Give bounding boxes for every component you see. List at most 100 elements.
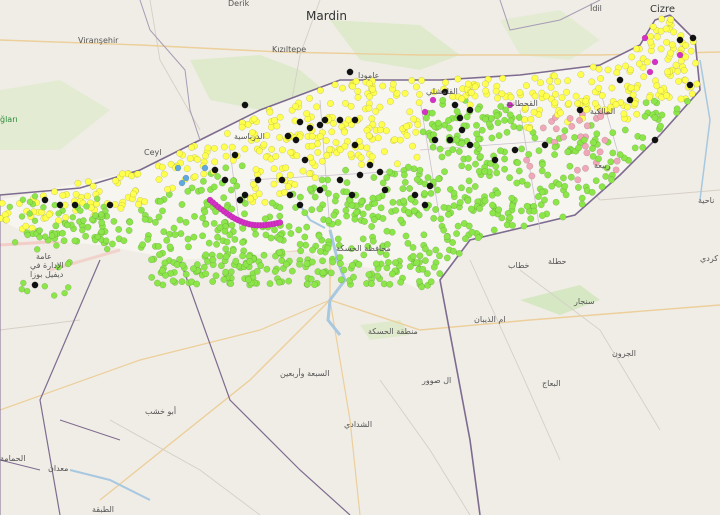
marker-yellow[interactable] [521,116,529,124]
marker-yellow[interactable] [530,108,538,116]
marker-green[interactable] [441,168,448,176]
marker-green[interactable] [453,230,460,238]
marker-green[interactable] [415,277,423,285]
marker-green[interactable] [18,286,25,293]
marker-green[interactable] [18,213,26,220]
marker-green[interactable] [508,194,516,202]
marker-yellow[interactable] [368,153,376,161]
marker-green[interactable] [501,165,508,173]
marker-black[interactable] [321,116,329,124]
marker-green[interactable] [103,245,111,253]
marker-yellow[interactable] [442,79,449,86]
marker-yellow[interactable] [303,110,311,118]
marker-yellow[interactable] [45,211,53,219]
marker-yellow[interactable] [286,171,294,179]
marker-green[interactable] [465,177,473,185]
marker-yellow[interactable] [657,45,665,53]
marker-yellow[interactable] [314,148,322,156]
marker-yellow[interactable] [176,149,184,157]
marker-green[interactable] [449,146,457,154]
marker-green[interactable] [369,194,377,202]
marker-yellow[interactable] [323,152,331,160]
marker-black[interactable] [651,136,659,144]
marker-green[interactable] [467,205,475,213]
marker-green[interactable] [489,209,497,217]
marker-yellow[interactable] [247,195,255,203]
marker-yellow[interactable] [542,92,550,100]
marker-green[interactable] [422,114,430,122]
marker-green[interactable] [148,273,156,281]
marker-green[interactable] [287,230,295,237]
marker-green[interactable] [343,212,350,220]
marker-black[interactable] [366,161,374,169]
marker-green[interactable] [515,167,523,175]
marker-yellow[interactable] [414,121,422,129]
marker-yellow[interactable] [471,83,479,91]
marker-yellow[interactable] [608,84,616,92]
marker-green[interactable] [444,210,452,218]
marker-green[interactable] [506,111,514,119]
marker-pink[interactable] [539,124,547,132]
marker-green[interactable] [439,96,447,104]
marker-green[interactable] [616,151,624,159]
marker-green[interactable] [399,185,407,193]
marker-green[interactable] [24,287,31,295]
marker-yellow[interactable] [228,143,236,151]
marker-green[interactable] [222,245,230,253]
marker-green[interactable] [538,167,546,175]
marker-yellow[interactable] [293,152,301,160]
marker-yellow[interactable] [331,81,339,89]
marker-green[interactable] [406,185,413,192]
marker-green[interactable] [351,215,359,223]
marker-green[interactable] [589,139,597,146]
marker-green[interactable] [608,176,615,184]
marker-yellow[interactable] [284,183,292,191]
marker-green[interactable] [489,201,496,209]
marker-green[interactable] [166,243,174,251]
marker-yellow[interactable] [557,109,564,117]
marker-yellow[interactable] [613,69,621,77]
marker-green[interactable] [222,164,230,172]
marker-green[interactable] [413,259,421,266]
marker-green[interactable] [244,276,252,284]
marker-pink[interactable] [583,149,591,157]
marker-green[interactable] [31,193,39,200]
marker-yellow[interactable] [682,53,690,61]
marker-green[interactable] [368,223,376,230]
marker-green[interactable] [561,182,569,190]
marker-yellow[interactable] [680,66,688,74]
marker-yellow[interactable] [327,100,334,107]
marker-green[interactable] [232,257,240,265]
marker-green[interactable] [309,246,316,254]
marker-yellow[interactable] [597,75,605,82]
marker-green[interactable] [464,197,472,205]
marker-green[interactable] [191,212,198,220]
marker-green[interactable] [148,256,155,264]
marker-pink[interactable] [613,157,621,165]
marker-green[interactable] [141,215,149,223]
marker-blue[interactable] [201,164,209,172]
marker-yellow[interactable] [554,78,562,86]
marker-yellow[interactable] [537,79,544,87]
marker-yellow[interactable] [332,139,340,146]
marker-green[interactable] [61,289,68,297]
marker-black[interactable] [511,146,519,154]
marker-green[interactable] [69,214,77,221]
marker-green[interactable] [308,206,316,214]
marker-green[interactable] [429,143,437,151]
marker-black[interactable] [466,141,474,149]
marker-yellow[interactable] [117,204,125,212]
marker-black[interactable] [56,201,64,209]
marker-green[interactable] [64,260,72,268]
marker-green[interactable] [252,230,260,238]
marker-green[interactable] [98,228,105,236]
marker-green[interactable] [421,190,428,197]
marker-green[interactable] [516,124,523,132]
marker-green[interactable] [440,203,448,211]
marker-yellow[interactable] [458,95,466,103]
marker-black[interactable] [491,156,499,164]
marker-green[interactable] [210,219,218,227]
marker-green[interactable] [340,266,348,274]
marker-green[interactable] [77,207,84,215]
marker-yellow[interactable] [598,92,606,99]
